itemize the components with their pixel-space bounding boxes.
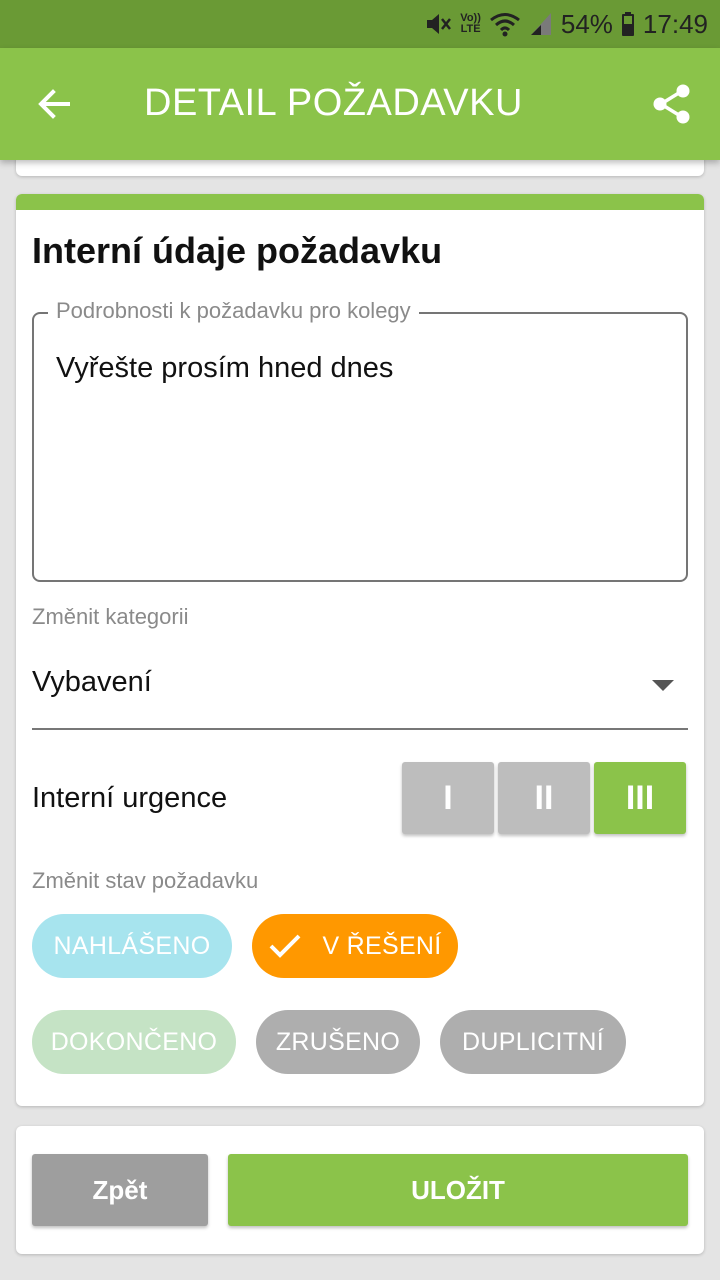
urgency-label: Interní urgence <box>32 782 228 814</box>
state-chip-duplicate[interactable]: DUPLICITNÍ <box>440 1010 626 1074</box>
state-chip-label: V ŘEŠENÍ <box>322 931 442 960</box>
category-value: Vybavení <box>32 666 152 698</box>
notes-textarea[interactable]: Podrobnosti k požadavku pro kolegy Vyřeš… <box>32 298 688 582</box>
action-card: Zpět ULOŽIT <box>16 1126 704 1254</box>
back-button[interactable] <box>30 80 78 128</box>
urgency-button-1[interactable]: I <box>402 762 494 834</box>
state-chip-reported[interactable]: NAHLÁŠENO <box>32 914 232 978</box>
state-chip-label: ZRUŠENO <box>275 1027 401 1056</box>
save-button[interactable]: ULOŽIT <box>228 1154 688 1226</box>
notes-label: Podrobnosti k požadavku pro kolegy <box>48 298 419 324</box>
mute-icon <box>424 11 452 37</box>
category-label: Změnit kategorii <box>32 604 189 629</box>
app-bar: DETAIL POŽADAVKU <box>0 48 720 160</box>
urgency-button-2[interactable]: II <box>498 762 590 834</box>
wifi-icon <box>489 11 521 37</box>
internal-data-card: Interní údaje požadavku Podrobnosti k po… <box>16 194 704 1106</box>
state-chip-done[interactable]: DOKONČENO <box>32 1010 236 1074</box>
state-chip-cancelled[interactable]: ZRUŠENO <box>256 1010 420 1074</box>
state-chip-in-progress[interactable]: V ŘEŠENÍ <box>252 914 458 978</box>
state-chip-label: DUPLICITNÍ <box>462 1027 604 1056</box>
volte-bottom-label: LTE <box>460 23 481 35</box>
state-label: Změnit stav požadavku <box>32 868 259 893</box>
back-text-button[interactable]: Zpět <box>32 1154 208 1226</box>
share-button[interactable] <box>648 80 696 128</box>
dropdown-arrow-icon <box>652 680 674 691</box>
signal-icon <box>529 11 553 37</box>
clock: 17:49 <box>642 8 708 39</box>
urgency-button-3[interactable]: III <box>594 762 686 834</box>
battery-percent: 54% <box>560 8 613 39</box>
category-select[interactable]: Vybavení <box>32 646 688 730</box>
page-title: DETAIL POŽADAVKU <box>144 82 523 124</box>
card-title: Interní údaje požadavku <box>32 230 443 271</box>
state-chip-label: DOKONČENO <box>50 1027 218 1056</box>
volte-icon: Vo)) LTE <box>460 13 481 35</box>
status-bar: Vo)) LTE 54% 17:49 <box>0 0 720 48</box>
card-accent-bar <box>16 194 704 210</box>
battery-icon <box>621 11 635 37</box>
check-icon <box>268 932 302 960</box>
notes-value: Vyřešte prosím hned dnes <box>56 352 394 384</box>
share-icon <box>653 84 690 124</box>
state-chip-label: NAHLÁŠENO <box>53 931 211 960</box>
arrow-back-icon <box>38 89 70 119</box>
